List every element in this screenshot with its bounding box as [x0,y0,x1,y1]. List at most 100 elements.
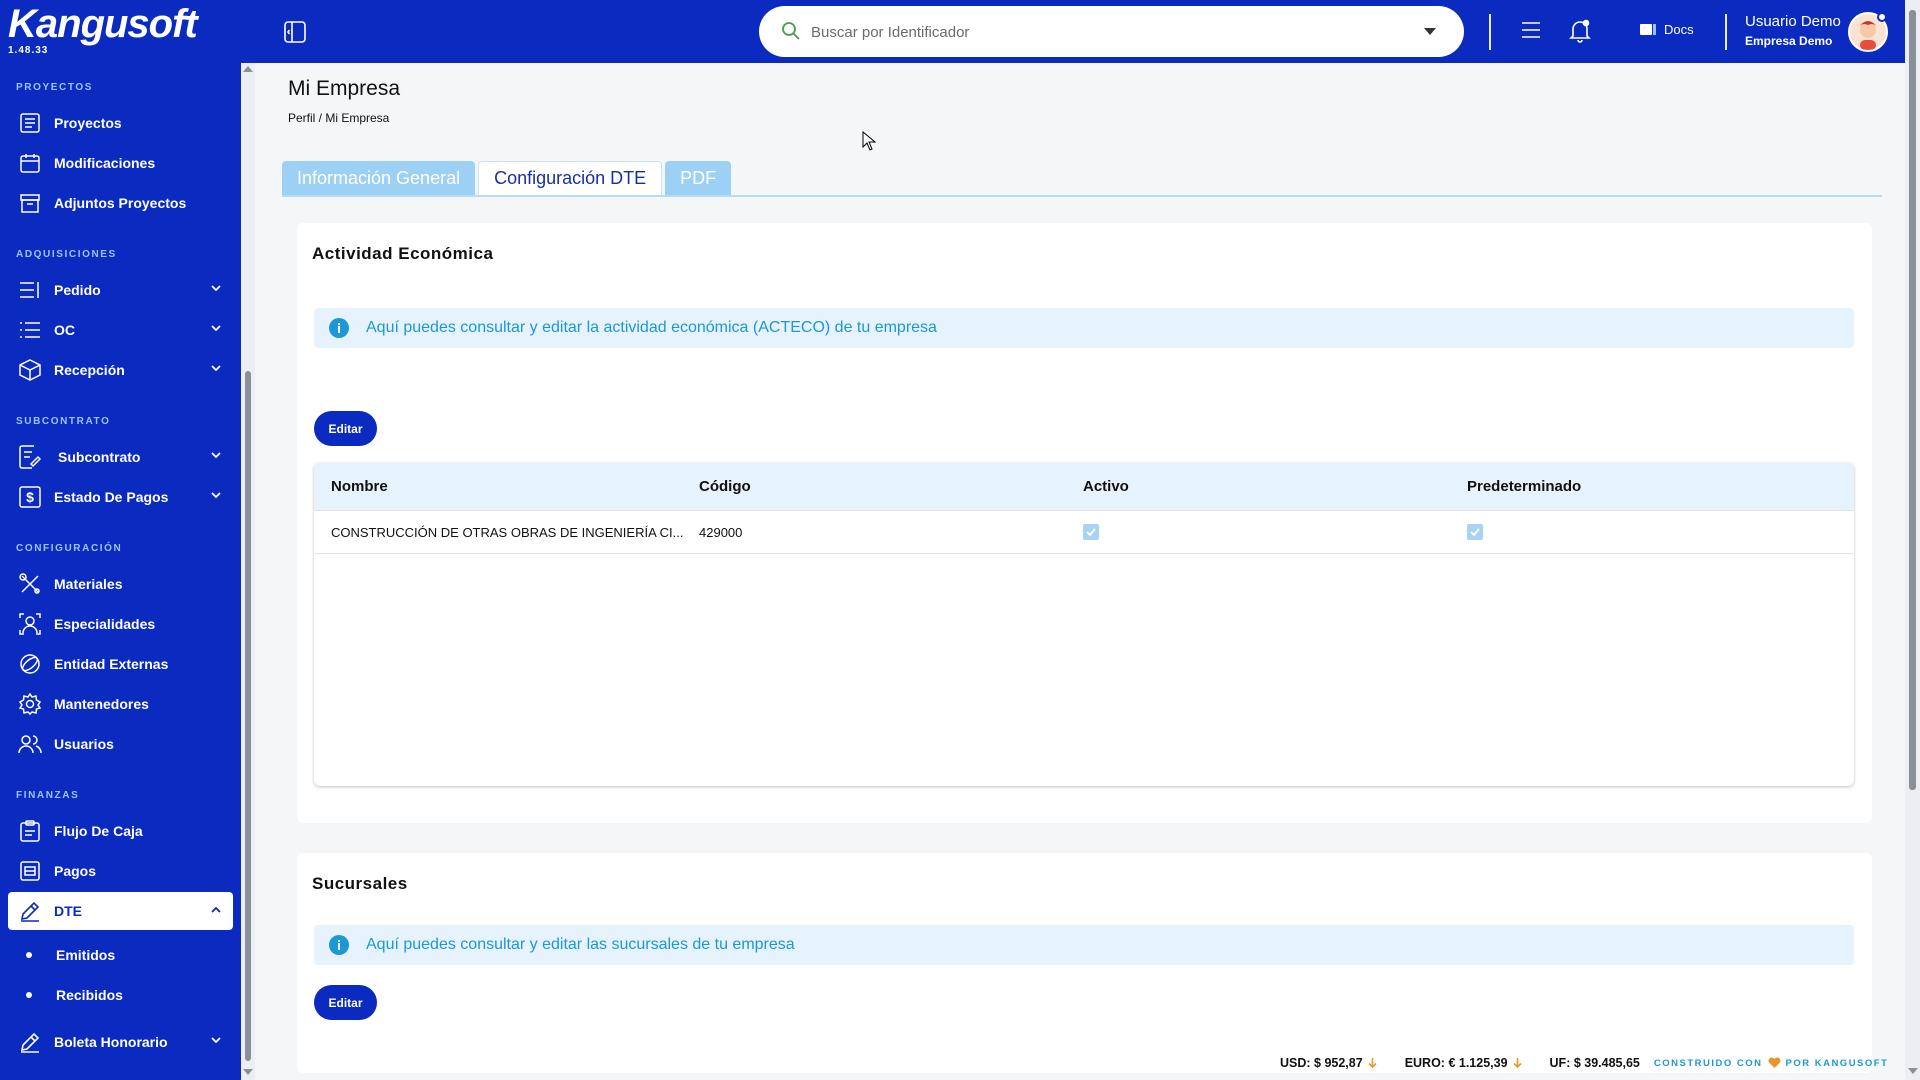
built-left-text: CONSTRUIDO CON [1653,1057,1763,1069]
table-header: Nombre Código Activo Predeterminado [314,463,1854,511]
built-with-label: CONSTRUIDO CON POR KANGUSOFT [1654,1057,1889,1069]
cell-predeterminado [1466,524,1854,540]
scrollbar-thumb[interactable] [1909,10,1916,790]
edit-sucursales-button[interactable]: Editar [314,985,377,1020]
table-row[interactable]: CONSTRUCCIÓN DE OTRAS OBRAS DE INGENIERÍ… [314,511,1854,554]
sidebar-toggle-icon[interactable] [283,20,307,44]
sidebar-item-dte[interactable]: DTE [8,892,233,930]
breadcrumb: Perfil / Mi Empresa [288,111,390,125]
section-finanzas: FINANZAS [16,790,80,801]
sidebar-item-label: Pagos [54,863,97,879]
online-status-dot [1877,12,1887,22]
brand-logo[interactable]: Kangusoft [8,2,198,47]
sidebar: PROYECTOS Proyectos Modificaciones Adjun… [0,63,241,1080]
sidebar-item-proyectos[interactable]: Proyectos [8,104,233,142]
scroll-down-arrow-icon[interactable] [1908,1068,1918,1074]
clipboard-icon [10,820,50,842]
search-dropdown-icon[interactable] [1424,28,1436,35]
chevron-down-icon [211,492,221,499]
info-icon [329,935,349,955]
section-proyectos: PROYECTOS [16,82,94,93]
svg-text:$: $ [26,489,34,505]
column-header-activo[interactable]: Activo [1082,478,1466,495]
scroll-up-arrow-icon[interactable] [243,66,253,72]
sidebar-item-pedido[interactable]: Pedido [8,271,233,309]
sidebar-item-especialidades[interactable]: Especialidades [8,605,233,643]
search-input[interactable] [811,19,1391,45]
tools-icon [10,573,50,595]
sidebar-item-pagos[interactable]: Pagos [8,852,233,890]
sidebar-item-label: Entidad Externas [54,656,169,672]
scrollbar-thumb[interactable] [245,371,251,1061]
cell-activo [1082,524,1466,540]
search-icon [781,21,801,41]
sidebar-item-boleta-honorario[interactable]: Boleta Honorario [8,1023,233,1061]
docs-link[interactable]: Docs [1640,22,1694,37]
user-menu[interactable]: Usuario Demo Empresa Demo [1745,13,1841,48]
users-icon [10,733,50,755]
sidebar-item-mantenedores[interactable]: Mantenedores [8,685,233,723]
bullet-list-icon [10,320,50,340]
euro-rate: EURO: € 1.125,39 [1405,1056,1522,1070]
column-header-predeterminado[interactable]: Predeterminado [1466,478,1854,495]
sidebar-item-usuarios[interactable]: Usuarios [8,725,233,763]
box-icon [10,359,50,381]
sidebar-item-label: Recibidos [56,987,123,1003]
sidebar-item-flujo-caja[interactable]: Flujo De Caja [8,812,233,850]
page-title: Mi Empresa [288,77,401,100]
sidebar-scrollbar[interactable] [241,63,255,1080]
edit-actividad-button[interactable]: Editar [314,411,377,446]
sidebar-item-oc[interactable]: OC [8,311,233,349]
page-scrollbar[interactable] [1905,0,1920,1080]
section-adquisiciones: ADQUISICIONES [16,249,117,260]
notification-bell-icon[interactable] [1569,19,1591,43]
sidebar-subitem-emitidos[interactable]: Emitidos [8,937,233,973]
payment-icon [10,861,50,881]
uf-rate-text: UF: $ 39.485,65 [1549,1056,1640,1070]
book-icon [1640,23,1656,36]
tab-bar: Información General Configuración DTE PD… [282,161,732,195]
sidebar-item-label: Emitidos [56,947,116,963]
predeterminado-checkbox[interactable] [1467,524,1483,540]
sidebar-item-label: Usuarios [54,736,114,752]
docs-label: Docs [1664,22,1694,37]
sidebar-item-label: OC [54,322,75,338]
uf-rate: UF: $ 39.485,65 [1550,1056,1640,1070]
sidebar-item-subcontrato[interactable]: Subcontrato [8,438,233,476]
chevron-down-icon [211,365,221,372]
sidebar-item-entidad-externas[interactable]: Entidad Externas [8,645,233,683]
dollar-icon: $ [10,486,50,508]
app-version: 1.48.33 [8,45,49,56]
sidebar-subitem-recibidos[interactable]: Recibidos [8,977,233,1013]
sidebar-item-label: Estado De Pagos [54,489,169,505]
column-header-nombre[interactable]: Nombre [314,478,698,495]
info-alert: Aquí puedes consultar y editar la activi… [314,308,1854,348]
section-title: Actividad Económica [312,244,494,263]
euro-rate-text: EURO: € 1.125,39 [1404,1056,1508,1070]
tab-pdf[interactable]: PDF [665,161,732,195]
actividad-economica-card: Actividad Económica Aquí puedes consulta… [297,223,1872,823]
info-text: Aquí puedes consultar y editar las sucur… [366,936,795,953]
sidebar-item-label: Modificaciones [54,155,156,171]
divider [1489,14,1491,50]
column-header-codigo[interactable]: Código [698,478,1082,495]
bullet-icon [26,952,32,958]
sidebar-item-adjuntos[interactable]: Adjuntos Proyectos [8,184,233,222]
calendar-icon [10,153,50,173]
sidebar-item-materiales[interactable]: Materiales [8,565,233,603]
usd-rate: USD: $ 952,87 [1280,1056,1377,1070]
sidebar-item-recepcion[interactable]: Recepción [8,351,233,389]
chevron-down-icon [211,452,221,459]
activo-checkbox[interactable] [1083,524,1099,540]
scroll-down-arrow-icon[interactable] [243,1069,253,1075]
search-bar[interactable] [759,6,1464,57]
menu-icon[interactable] [1520,19,1542,41]
tab-informacion-general[interactable]: Información General [282,161,476,195]
sidebar-item-modificaciones[interactable]: Modificaciones [8,144,233,182]
cell-codigo: 429000 [699,524,743,540]
sidebar-item-label: Materiales [54,576,123,592]
section-subcontrato: SUBCONTRATO [16,416,111,427]
sidebar-item-estado-pagos[interactable]: $ Estado De Pagos [8,478,233,516]
globe-icon [10,653,50,675]
tab-configuracion-dte[interactable]: Configuración DTE [478,161,663,195]
